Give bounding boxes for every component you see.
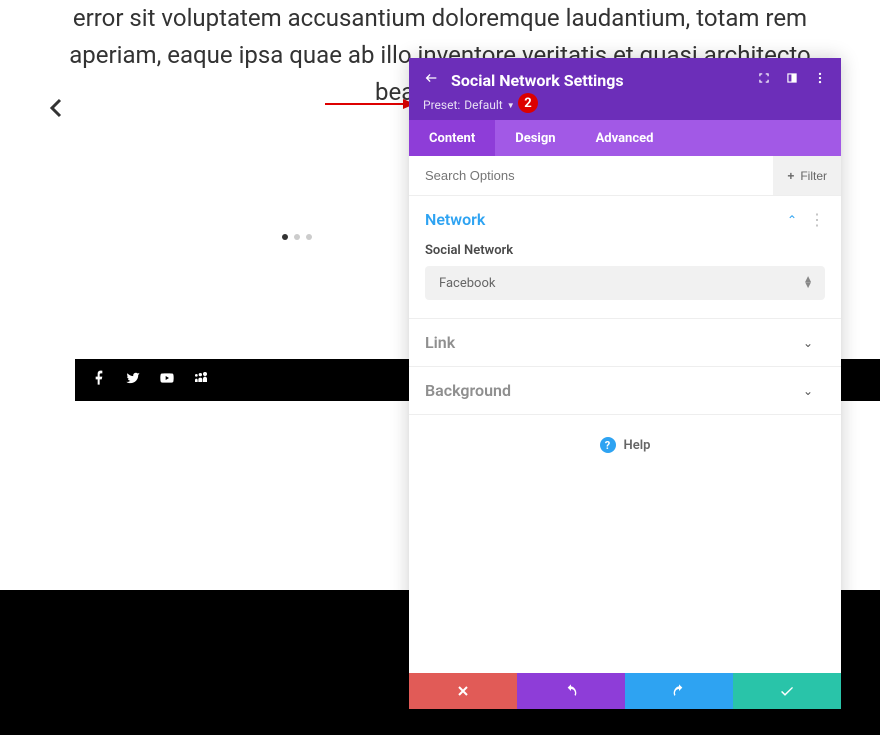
twitter-icon[interactable] bbox=[125, 370, 141, 390]
field-label-social-network: Social Network bbox=[425, 243, 825, 258]
facebook-icon[interactable] bbox=[91, 370, 107, 390]
social-network-select[interactable]: Facebook ▲▼ bbox=[425, 266, 825, 300]
section-header-link[interactable]: Link ⌄ bbox=[409, 319, 841, 366]
cancel-button[interactable] bbox=[409, 673, 517, 709]
chevron-down-icon: ⌄ bbox=[803, 384, 813, 398]
annotation-number-badge: 2 bbox=[518, 93, 538, 113]
slider-dot[interactable] bbox=[282, 234, 288, 240]
section-body-network: Social Network Facebook ▲▼ bbox=[409, 243, 841, 318]
preset-label: Preset: bbox=[423, 98, 460, 112]
slider-dot[interactable] bbox=[294, 234, 300, 240]
chevron-up-icon: ⌃ bbox=[787, 213, 797, 227]
more-icon[interactable] bbox=[813, 71, 827, 89]
search-row: + Filter bbox=[409, 156, 841, 196]
slider-prev-arrow[interactable] bbox=[45, 93, 69, 128]
settings-panel: Social Network Settings Preset: Default … bbox=[409, 58, 841, 709]
select-value: Facebook bbox=[439, 276, 495, 291]
slider-dots[interactable] bbox=[282, 234, 312, 240]
section-title: Link bbox=[425, 333, 803, 352]
plus-icon: + bbox=[787, 169, 794, 183]
section-header-network[interactable]: Network ⌃ ⋮ bbox=[409, 196, 841, 243]
youtube-icon[interactable] bbox=[159, 370, 175, 390]
section-header-background[interactable]: Background ⌄ bbox=[409, 367, 841, 414]
preset-selector[interactable]: Preset: Default ▼ bbox=[423, 98, 827, 112]
search-input[interactable] bbox=[409, 168, 773, 183]
panel-title: Social Network Settings bbox=[451, 71, 624, 90]
slider-dot[interactable] bbox=[306, 234, 312, 240]
help-icon: ? bbox=[600, 437, 616, 453]
tab-advanced[interactable]: Advanced bbox=[576, 120, 674, 156]
preset-value: Default bbox=[464, 98, 502, 112]
panel-body: + Filter Network ⌃ ⋮ Social Network Faceb… bbox=[409, 156, 841, 673]
section-title: Network bbox=[425, 210, 787, 229]
save-button[interactable] bbox=[733, 673, 841, 709]
panel-header: Social Network Settings Preset: Default … bbox=[409, 58, 841, 120]
chevron-down-icon: ⌄ bbox=[803, 336, 813, 350]
snap-icon[interactable] bbox=[785, 71, 799, 89]
chevron-down-icon: ▼ bbox=[507, 101, 515, 110]
panel-footer bbox=[409, 673, 841, 709]
section-more-icon[interactable]: ⋮ bbox=[809, 210, 825, 229]
back-icon[interactable] bbox=[423, 70, 439, 90]
tab-design[interactable]: Design bbox=[495, 120, 575, 156]
expand-icon[interactable] bbox=[757, 71, 771, 89]
tab-content[interactable]: Content bbox=[409, 120, 495, 156]
section-title: Background bbox=[425, 381, 803, 400]
help-label: Help bbox=[624, 438, 651, 453]
select-updown-icon: ▲▼ bbox=[803, 277, 813, 289]
myspace-icon[interactable] bbox=[193, 370, 209, 390]
filter-button[interactable]: + Filter bbox=[773, 156, 841, 195]
redo-button[interactable] bbox=[625, 673, 733, 709]
undo-button[interactable] bbox=[517, 673, 625, 709]
panel-tabs: Content Design Advanced bbox=[409, 120, 841, 156]
help-link[interactable]: ? Help bbox=[409, 415, 841, 475]
filter-label: Filter bbox=[800, 169, 827, 183]
